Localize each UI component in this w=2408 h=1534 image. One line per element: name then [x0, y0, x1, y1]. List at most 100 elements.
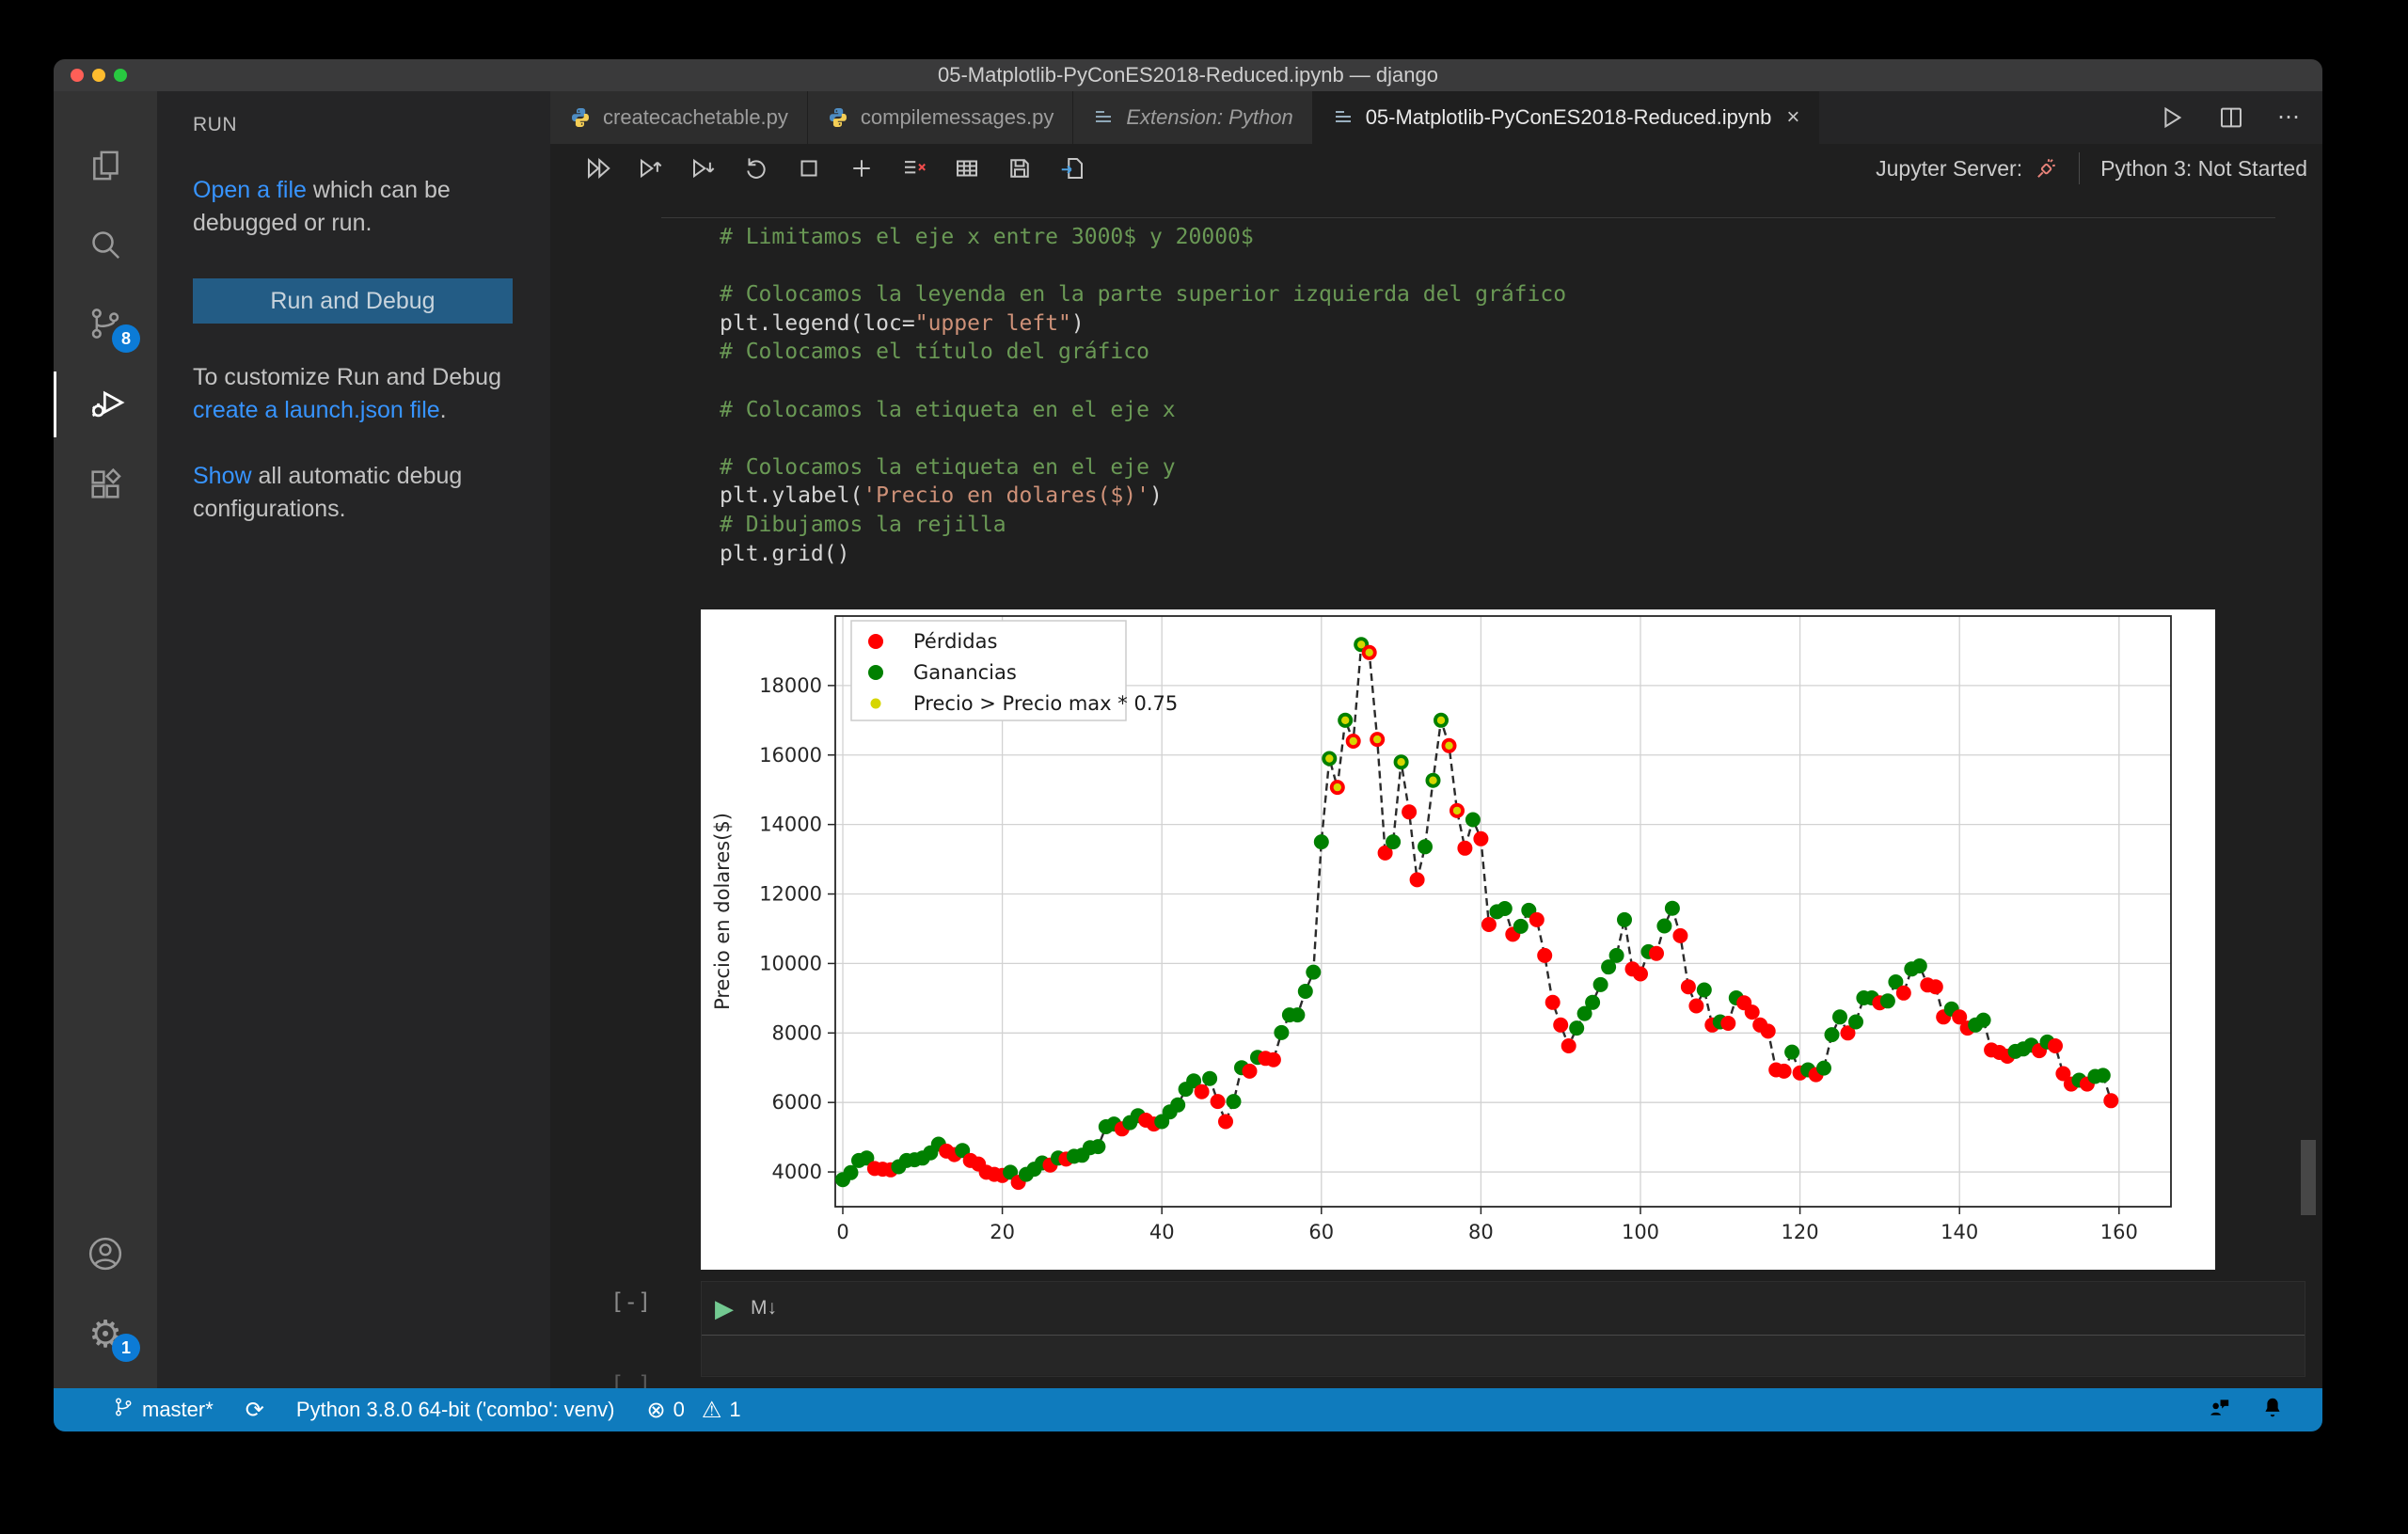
tab-createcachetable-py[interactable]: createcachetable.py: [550, 91, 808, 144]
open-a-file-link[interactable]: Open a file: [193, 177, 307, 203]
settings-button[interactable]: ⚙ 1: [54, 1302, 157, 1368]
scrollbar-thumb[interactable]: [2301, 1140, 2316, 1215]
jupyter-disconnected-icon[interactable]: [2034, 156, 2058, 181]
sidebar-item-extensions[interactable]: [54, 453, 157, 519]
screen: 05-Matplotlib-PyConES2018-Reduced.ipynb …: [0, 0, 2408, 1534]
warnings-icon: ⚠: [701, 1397, 722, 1423]
variables-icon[interactable]: [953, 154, 981, 182]
close-tab-icon[interactable]: ×: [1786, 104, 1799, 131]
restart-icon[interactable]: [742, 154, 770, 182]
notebook-icon: [1332, 106, 1354, 129]
status-bar: master* ⟳ Python 3.8.0 64-bit ('combo': …: [54, 1388, 2322, 1431]
add-cell-icon[interactable]: [848, 154, 876, 182]
feedback-icon[interactable]: [2208, 1395, 2232, 1425]
markdown-cell-header: ▶ M↓: [702, 1282, 2305, 1336]
git-branch-item[interactable]: master*: [112, 1396, 214, 1424]
code-line[interactable]: # Dibujamos la rejilla: [720, 511, 1566, 540]
errors-icon: ⊗: [646, 1397, 666, 1423]
code-line[interactable]: [720, 252, 1566, 281]
open-file-hint: Open a file which can be debugged or run…: [193, 177, 451, 236]
run-below-icon[interactable]: [689, 154, 718, 182]
tab-compilemessages-py[interactable]: compilemessages.py: [807, 91, 1074, 144]
cell-boundary: [661, 217, 2275, 218]
interrupt-icon[interactable]: [795, 154, 823, 182]
search-icon: [87, 226, 124, 268]
python-icon: [569, 106, 592, 129]
run-all-icon[interactable]: [584, 154, 612, 182]
code-cell-editor[interactable]: # Limitamos el eje x entre 3000$ y 20000…: [720, 223, 1566, 568]
export-icon[interactable]: [1058, 154, 1086, 182]
show-configurations-link[interactable]: Show: [193, 463, 252, 489]
code-line[interactable]: # Limitamos el eje x entre 3000$ y 20000…: [720, 223, 1566, 252]
source-control-badge: 8: [112, 324, 140, 353]
code-line[interactable]: # Colocamos la etiqueta en el eje y: [720, 453, 1566, 482]
svg-text:8000: 8000: [772, 1021, 822, 1044]
sync-icon: ⟳: [245, 1397, 264, 1423]
svg-text:4000: 4000: [772, 1161, 822, 1183]
vscode-window: 05-Matplotlib-PyConES2018-Reduced.ipynb …: [54, 59, 2322, 1431]
svg-text:6000: 6000: [772, 1091, 822, 1114]
code-line[interactable]: plt.grid(): [720, 540, 1566, 569]
account-icon: [87, 1235, 124, 1277]
code-line[interactable]: # Colocamos la etiqueta en el eje x: [720, 396, 1566, 425]
code-line[interactable]: [720, 367, 1566, 396]
bell-icon[interactable]: [2260, 1395, 2285, 1425]
svg-text:Precio en dolares($): Precio en dolares($): [711, 813, 734, 1010]
run-cell-icon[interactable]: ▶: [715, 1294, 734, 1323]
markdown-cell-body[interactable]: [702, 1336, 2305, 1375]
run-sidebar: RUN Open a file which can be debugged or…: [157, 91, 550, 1388]
jupyter-server-label[interactable]: Jupyter Server:: [1876, 156, 2022, 182]
settings-badge: 1: [112, 1334, 140, 1362]
tab-05-matplotlib-pycones2018-reduced-ipynb[interactable]: 05-Matplotlib-PyConES2018-Reduced.ipynb ×: [1312, 91, 1820, 144]
show-configs-hint: Show all automatic debug configurations.: [193, 463, 463, 522]
svg-text:60: 60: [1308, 1221, 1334, 1243]
run-icon[interactable]: [2157, 103, 2185, 132]
sync-item[interactable]: ⟳: [246, 1399, 264, 1421]
create-launch-json-link[interactable]: create a launch.json file: [193, 397, 440, 423]
sidebar-title: RUN: [193, 114, 237, 135]
activity-bar: 8 ⚙ 1: [54, 91, 157, 1388]
sidebar-item-run-and-debug[interactable]: [54, 372, 160, 437]
python-interpreter-item[interactable]: Python 3.8.0 64-bit ('combo': venv): [296, 1398, 615, 1422]
tab-bar: createcachetable.py compilemessages.py Ext…: [550, 91, 2322, 144]
code-line[interactable]: # Colocamos la leyenda en la parte super…: [720, 280, 1566, 309]
sidebar-item-search[interactable]: [54, 213, 157, 279]
svg-text:40: 40: [1149, 1221, 1175, 1243]
svg-text:160: 160: [2100, 1221, 2138, 1243]
save-icon[interactable]: [1006, 154, 1034, 182]
code-line[interactable]: plt.legend(loc="upper left"): [720, 309, 1566, 339]
svg-text:10000: 10000: [759, 952, 822, 974]
cell-output-chart: 0 20 40 60 80 100 120 140 160 4000 6000 8000 10000 12…: [701, 609, 2215, 1270]
next-cell-marker[interactable]: [ ]: [610, 1371, 651, 1388]
svg-text:Ganancias: Ganancias: [913, 661, 1017, 684]
svg-text:80: 80: [1468, 1221, 1494, 1243]
code-line[interactable]: [720, 424, 1566, 453]
split-editor-icon[interactable]: [2217, 103, 2245, 132]
accounts-button[interactable]: [54, 1223, 157, 1289]
toolbar-separator: [2079, 152, 2081, 184]
kernel-status[interactable]: Python 3: Not Started: [2100, 156, 2307, 182]
svg-text:0: 0: [836, 1221, 848, 1243]
svg-text:18000: 18000: [759, 674, 822, 697]
more-actions-icon[interactable]: ⋯: [2277, 106, 2300, 129]
cell-collapse-marker[interactable]: [-]: [610, 1289, 651, 1315]
code-line[interactable]: plt.ylabel('Precio en dolares($)'): [720, 482, 1566, 511]
run-and-debug-button[interactable]: Run and Debug: [193, 278, 513, 324]
svg-text:14000: 14000: [759, 814, 822, 836]
clear-outputs-icon[interactable]: [900, 154, 928, 182]
markdown-cell[interactable]: ▶ M↓: [701, 1281, 2305, 1377]
files-icon: [87, 147, 124, 189]
problems-item[interactable]: ⊗ 0 ⚠ 1: [646, 1398, 740, 1422]
code-line[interactable]: # Colocamos el título del gráfico: [720, 338, 1566, 367]
svg-text:100: 100: [1622, 1221, 1659, 1243]
sidebar-item-explorer[interactable]: [54, 134, 157, 200]
notebook-toolbar-icons: [550, 154, 1086, 182]
svg-text:12000: 12000: [759, 883, 822, 906]
run-and-debug-icon: [87, 382, 129, 428]
sidebar-item-source-control[interactable]: 8: [54, 293, 157, 358]
tab-extension-python[interactable]: Extension: Python: [1073, 91, 1313, 144]
python-icon: [827, 106, 849, 129]
markdown-indicator: M↓: [751, 1297, 777, 1319]
run-above-icon[interactable]: [637, 154, 665, 182]
svg-text:120: 120: [1782, 1221, 1819, 1243]
